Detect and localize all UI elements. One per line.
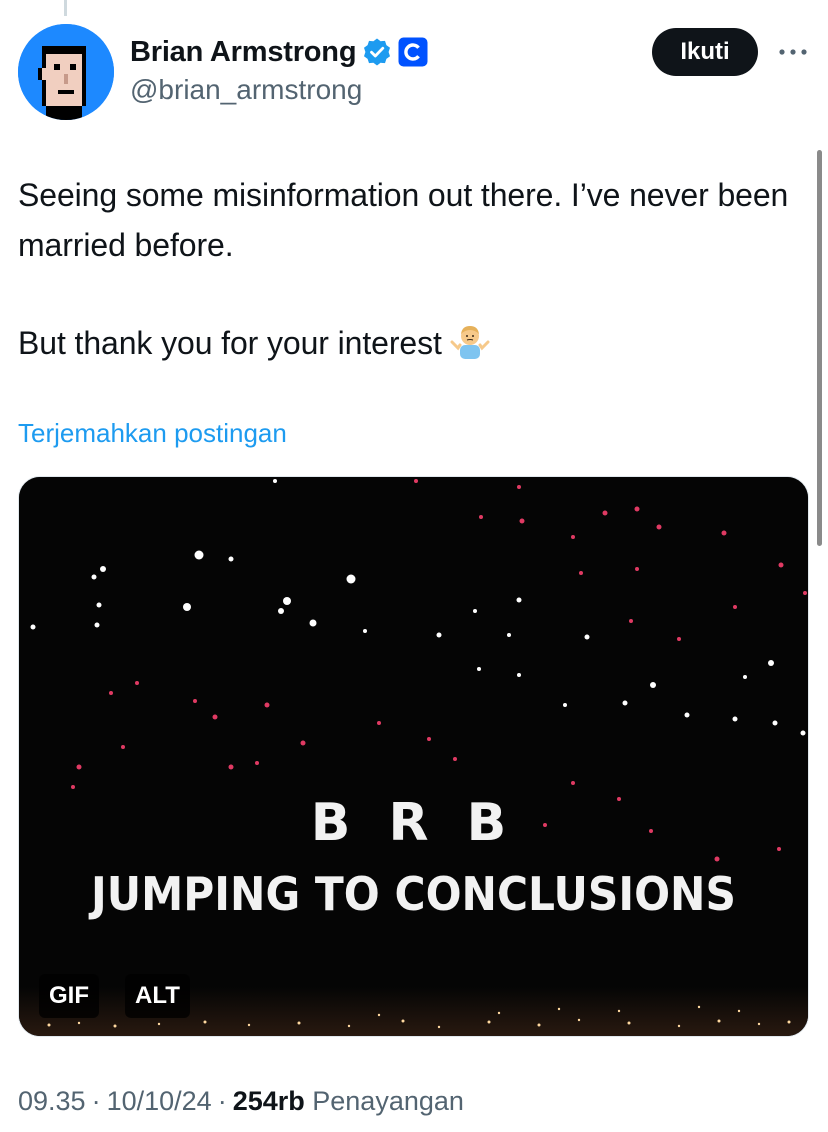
gif-media[interactable]: B R B JUMPING TO CONCLUSIONS GIF ALT [18, 476, 809, 1037]
views-count: 254rb [232, 1086, 305, 1116]
post-metadata: 09.35 · 10/10/24 · 254rb Penayangan [18, 1086, 464, 1117]
post-date[interactable]: 10/10/24 [107, 1086, 212, 1117]
person-shrugging-emoji-icon [450, 320, 490, 360]
translate-post-link[interactable]: Terjemahkan postingan [18, 418, 287, 449]
tweet-text: Seeing some misinformation out there. I’… [18, 170, 813, 368]
post-time[interactable]: 09.35 [18, 1086, 86, 1117]
alt-text-badge[interactable]: ALT [125, 974, 190, 1018]
author-display-name[interactable]: Brian Armstrong [130, 36, 357, 69]
gif-caption-brb: B R B [310, 793, 517, 853]
author-handle[interactable]: @brian_armstrong [130, 74, 362, 106]
tweet-paragraph-2-text: But thank you for your interest [18, 325, 442, 361]
pixel-avatar-icon [18, 24, 114, 120]
night-sky-drones-image [19, 477, 808, 1036]
tweet-paragraph-1: Seeing some misinformation out there. I’… [18, 177, 789, 263]
meta-separator: · [217, 1086, 227, 1116]
author-name-row: Brian Armstrong [130, 30, 428, 74]
follow-button[interactable]: Ikuti [652, 28, 758, 76]
coinbase-affiliate-icon[interactable] [398, 37, 428, 67]
verified-badge-icon[interactable] [362, 37, 392, 67]
scrollbar[interactable] [817, 150, 822, 546]
avatar[interactable] [18, 24, 114, 120]
gif-badge: GIF [39, 974, 99, 1018]
tweet-paragraph-2: But thank you for your interest [18, 318, 813, 368]
views-label: Penayangan [312, 1086, 464, 1116]
meta-separator: · [91, 1086, 101, 1116]
gif-caption-jumping: JUMPING TO CONCLUSIONS [91, 867, 736, 921]
more-options-icon[interactable] [776, 38, 810, 66]
thread-connector-line [64, 0, 67, 16]
